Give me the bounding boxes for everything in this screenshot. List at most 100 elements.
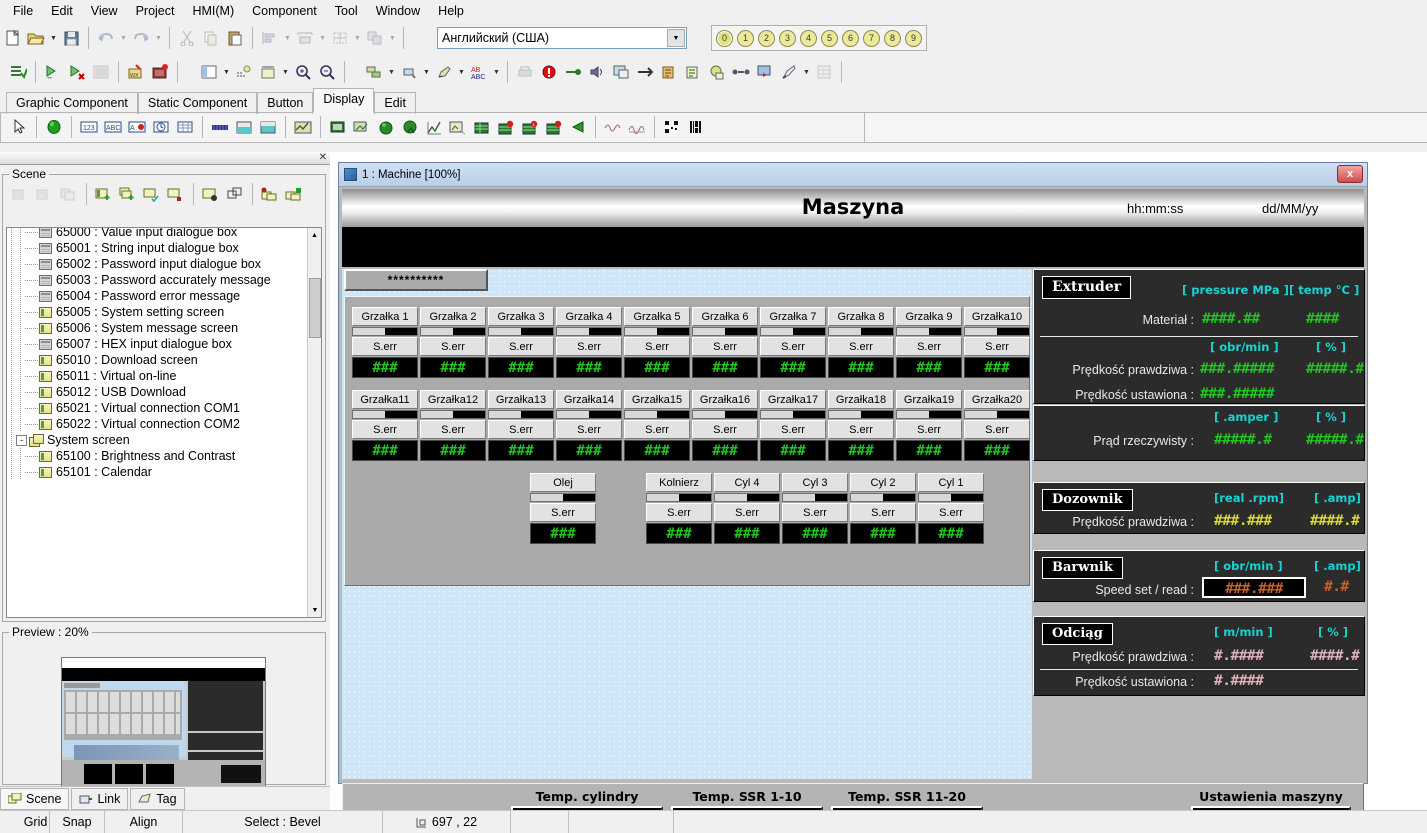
qrcode-icon[interactable] (660, 115, 684, 139)
lang-num-2[interactable]: 2 (758, 29, 775, 47)
tree-item[interactable]: 65000 : Value input dialogue box (7, 228, 307, 240)
heater-cell-label[interactable]: Grzałka19 (896, 390, 962, 409)
paste-scene-icon[interactable] (33, 182, 57, 206)
heater-cell-label[interactable]: Grzałka 3 (488, 307, 554, 326)
heater-cell-label[interactable]: Grzałka16 (692, 390, 758, 409)
grid-point-icon[interactable] (232, 60, 256, 84)
group-dropdown[interactable]: ▼ (387, 26, 398, 50)
move-icon[interactable] (633, 60, 657, 84)
cylinder-cell[interactable]: Cyl 2 S.err ### (850, 473, 916, 544)
ascii-display-icon[interactable]: ABC (101, 115, 125, 139)
heater-cell-label[interactable]: Grzałka 1 (352, 307, 418, 326)
menu-item-view[interactable]: View (82, 2, 127, 20)
screen-size-icon[interactable] (256, 60, 280, 84)
recipe-icon[interactable] (681, 60, 705, 84)
heater-cell-label[interactable]: Grzałka18 (828, 390, 894, 409)
flow-arrow-icon[interactable] (566, 115, 590, 139)
heater-cell-label[interactable]: Grzałka12 (420, 390, 486, 409)
heater-cell-label[interactable]: Grzałka 5 (624, 307, 690, 326)
screen-size-dropdown[interactable]: ▼ (280, 60, 291, 84)
export-scene-icon[interactable] (282, 182, 306, 206)
delete-scene-icon[interactable] (164, 182, 188, 206)
heater-cell[interactable]: Grzałka 1 S.err ### (352, 307, 418, 378)
waveform-icon[interactable] (601, 115, 625, 139)
tree-item[interactable]: 65022 : Virtual connection COM2 (7, 416, 307, 432)
status-grid[interactable]: Grid (22, 811, 50, 833)
meter-h-icon[interactable] (232, 115, 256, 139)
brush-dropdown[interactable]: ▼ (801, 60, 812, 84)
trend-graph-icon[interactable] (291, 115, 315, 139)
tree-item[interactable]: 65004 : Password error message (7, 288, 307, 304)
close-icon[interactable]: ✕ (319, 152, 327, 164)
lang-num-1[interactable]: 1 (737, 29, 754, 47)
table-icon[interactable] (812, 60, 836, 84)
text-abc-icon[interactable]: AB ABC (467, 60, 491, 84)
paint-dropdown[interactable]: ▼ (421, 60, 432, 84)
lock-scene-icon[interactable] (199, 182, 223, 206)
menu-item-component[interactable]: Component (243, 2, 326, 20)
status-snap[interactable]: Snap (50, 811, 105, 833)
paint-icon[interactable] (397, 60, 421, 84)
heater-cell-label[interactable]: Grzałka10 (964, 307, 1030, 326)
canvas-area[interactable]: 1 : Machine [100%] x Maszyna hh:mm:ss dd… (330, 152, 1427, 810)
zoom-in-icon[interactable] (291, 60, 315, 84)
copy-icon[interactable] (199, 26, 223, 50)
lang-num-9[interactable]: 9 (905, 29, 922, 47)
heater-cell[interactable]: Grzałka14 S.err ### (556, 390, 622, 461)
line-chart-icon[interactable] (422, 115, 446, 139)
scene-tree[interactable]: 1 : Machine3 : Temperature_14 : Temperat… (6, 227, 322, 618)
undo-dropdown[interactable]: ▼ (118, 26, 129, 50)
clone-scene-icon[interactable] (223, 182, 247, 206)
copy-scene-icon[interactable] (9, 182, 33, 206)
heater-cell[interactable]: Grzałka15 S.err ### (624, 390, 690, 461)
barwnik-speed-input[interactable]: ###.### (1202, 577, 1306, 598)
status-align[interactable]: Align (105, 811, 183, 833)
heater-cell[interactable]: Grzałka18 S.err ### (828, 390, 894, 461)
menu-item-tool[interactable]: Tool (326, 2, 367, 20)
heater-cell-label[interactable]: Grzałka 2 (420, 307, 486, 326)
heater-cell[interactable]: Grzałka 9 S.err ### (896, 307, 962, 378)
window-list-dropdown[interactable]: ▼ (221, 60, 232, 84)
heater-cell[interactable]: Grzałka11 S.err ### (352, 390, 418, 461)
bit-swap-icon[interactable] (729, 60, 753, 84)
align-left-icon[interactable] (258, 26, 282, 50)
align-center-icon[interactable] (293, 26, 317, 50)
alarm-display-icon[interactable]: A (125, 115, 149, 139)
menu-item-help[interactable]: Help (429, 2, 473, 20)
redo-icon[interactable] (129, 26, 153, 50)
heater-cell-label[interactable]: Grzałka 6 (692, 307, 758, 326)
heater-cell[interactable]: Grzałka 6 S.err ### (692, 307, 758, 378)
lp-tab-link[interactable]: Link (71, 787, 129, 810)
tree-item[interactable]: 65001 : String input dialogue box (7, 240, 307, 256)
scrollbar-thumb[interactable] (309, 278, 321, 338)
heater-cell-label[interactable]: Grzałka11 (352, 390, 418, 409)
tree-item[interactable]: 65006 : System message screen (7, 320, 307, 336)
tab-static-component[interactable]: Static Component (137, 92, 258, 114)
tree-item[interactable]: 65005 : System setting screen (7, 304, 307, 320)
pen-icon[interactable] (432, 60, 456, 84)
tab-edit[interactable]: Edit (374, 92, 416, 114)
duplicate-scene-icon[interactable] (57, 182, 81, 206)
cut-icon[interactable] (175, 26, 199, 50)
heater-cell[interactable]: Grzałka 7 S.err ### (760, 307, 826, 378)
cylinder-cell-label[interactable]: Cyl 4 (714, 473, 780, 492)
menu-item-edit[interactable]: Edit (42, 2, 82, 20)
alarm-icon[interactable] (537, 60, 561, 84)
table-icon[interactable] (173, 115, 197, 139)
menu-item-project[interactable]: Project (127, 2, 184, 20)
scroll-down-icon[interactable]: ▼ (308, 603, 321, 617)
cylinder-cell[interactable]: Cyl 1 S.err ### (918, 473, 984, 544)
lang-num-7[interactable]: 7 (863, 29, 880, 47)
heater-cell[interactable]: Grzałka17 S.err ### (760, 390, 826, 461)
heater-cell-label[interactable]: Grzałka 8 (828, 307, 894, 326)
zoom-out-icon[interactable] (315, 60, 339, 84)
tree-item[interactable]: 65011 : Virtual on-line (7, 368, 307, 384)
tree-item[interactable]: - System screen (7, 432, 307, 448)
screen-copy-icon[interactable] (609, 60, 633, 84)
heater-cell-label[interactable]: Grzałka15 (624, 390, 690, 409)
lang-num-4[interactable]: 4 (800, 29, 817, 47)
select-arrow-icon[interactable] (7, 115, 31, 139)
link-icon[interactable] (561, 60, 585, 84)
align-center-dropdown[interactable]: ▼ (317, 26, 328, 50)
tree-item[interactable]: 65010 : Download screen (7, 352, 307, 368)
